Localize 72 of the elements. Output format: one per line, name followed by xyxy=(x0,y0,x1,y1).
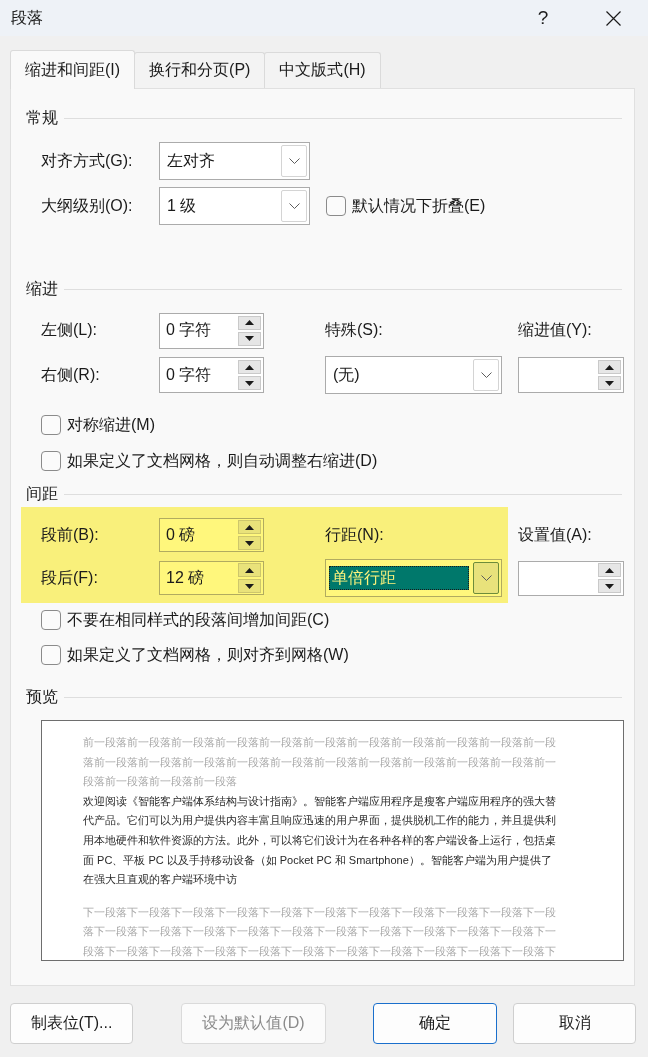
chevron-down-icon xyxy=(288,203,300,209)
dropdown-field[interactable]: (无) xyxy=(325,356,502,394)
cancel-button[interactable]: 取消 xyxy=(513,1003,636,1044)
spin-box[interactable]: 12 磅 xyxy=(159,561,264,595)
dropdown-field[interactable]: 左对齐 xyxy=(159,142,310,180)
up-triangle-icon xyxy=(245,364,254,370)
help-button[interactable]: ? xyxy=(523,0,563,36)
next-paragraph-text: 下一段落下一段落下一段落下一段落下一段落下一段落下一段落下一段落下一段落下一段落下一段落下一段落下一段落下一段落下一段落下一段落下一段落下一段落下一段落下一段落下一段落下一段落下一段落下一段落下一段落下一段落下一段落下一段落下一段落下一段落下一段落下一段落下 xyxy=(83,904,557,959)
ok-button[interactable]: 确定 xyxy=(373,1003,497,1044)
checkbox[interactable] xyxy=(41,451,61,471)
spin-up-button[interactable] xyxy=(238,563,261,577)
field-label: 行距(N): xyxy=(325,524,384,545)
spin-down-button[interactable] xyxy=(598,579,621,593)
section-heading: 间距 xyxy=(26,483,58,504)
spin-up-button[interactable] xyxy=(238,520,261,534)
spin-up-button[interactable] xyxy=(598,360,621,374)
checkbox-label: 如果定义了文档网格，则对齐到网格(W) xyxy=(67,644,349,665)
spin-box[interactable]: 0 磅 xyxy=(159,518,264,552)
checkbox[interactable] xyxy=(41,645,61,665)
chevron-down-icon xyxy=(480,372,492,378)
chevron-down-icon xyxy=(288,158,300,164)
field-label: 大纲级别(O): xyxy=(41,195,133,216)
checkbox-label: 不要在相同样式的段落间增加间距(C) xyxy=(67,609,330,630)
field-label: 对齐方式(G): xyxy=(41,150,133,171)
up-triangle-icon xyxy=(605,567,614,573)
spin-up-button[interactable] xyxy=(238,315,261,330)
down-triangle-icon xyxy=(605,583,614,589)
dropdown-field[interactable]: 单倍行距 xyxy=(325,559,502,597)
spin-down-button[interactable] xyxy=(238,536,261,550)
close-icon xyxy=(605,10,621,26)
down-triangle-icon xyxy=(245,380,254,386)
previous-paragraph-text: 前一段落前一段落前一段落前一段落前一段落前一段落前一段落前一段落前一段落前一段落前一段落前一段落前一段落前一段落前一段落前一段落前一段落前一段落前一段落前一段落前一段落前一段落前一段落前一段落前一段落 xyxy=(83,735,557,790)
down-triangle-icon xyxy=(245,583,254,589)
spin-down-button[interactable] xyxy=(238,579,261,593)
down-triangle-icon xyxy=(605,380,614,386)
up-triangle-icon xyxy=(605,364,614,370)
checkbox-label: 如果定义了文档网格，则自动调整右缩进(D) xyxy=(67,450,378,471)
up-triangle-icon xyxy=(245,567,254,573)
checkbox-label: 默认情况下折叠(E) xyxy=(352,195,486,216)
tab[interactable]: 中文版式(H) xyxy=(264,52,381,88)
field-label: 特殊(S): xyxy=(325,320,383,340)
field-label: 段前(B): xyxy=(41,524,99,545)
field-label: 右侧(R): xyxy=(41,364,100,385)
section-heading: 常规 xyxy=(26,107,58,128)
field-label: 设置值(A): xyxy=(518,524,592,545)
field-label: 段后(F): xyxy=(41,567,98,588)
section-heading: 预览 xyxy=(26,686,58,707)
dropdown-button[interactable] xyxy=(473,562,499,594)
dropdown-field[interactable]: 1 级 xyxy=(159,187,310,225)
checkbox-label: 对称缩进(M) xyxy=(67,414,155,435)
checkbox[interactable] xyxy=(326,196,346,216)
field-label: 左侧(L): xyxy=(41,320,97,340)
tab-stops-button[interactable]: 制表位(T)... xyxy=(10,1003,133,1044)
down-triangle-icon xyxy=(245,336,254,341)
spin-box[interactable]: 0 字符 xyxy=(159,357,264,393)
spin-down-button[interactable] xyxy=(598,376,621,390)
spin-box[interactable]: 0 字符 xyxy=(159,312,264,349)
field-label: 缩进值(Y): xyxy=(518,320,592,340)
preview-paragraph: 欢迎阅读《智能客户端体系结构与设计指南》。智能客户端应用程序是瘦客户端应用程序的强大替代产品。它们可以为用户提供内容丰富且响应迅速的用户界面，提供脱机工作的能力，并且提供利用本地硬件和软件资源的方法。此外，可以将它们设计为在各种各样的客户端设备上运行，包括桌面 PC、平板 PC 以及手持移动设备（如 Pocket PC 和 Smartphone）。智能客户端为用户提供了在强大且直观的客户端环境中访 xyxy=(83,793,557,888)
chevron-down-icon xyxy=(480,575,492,581)
checkbox[interactable] xyxy=(41,610,61,630)
up-triangle-icon xyxy=(245,524,254,530)
up-triangle-icon xyxy=(245,320,254,325)
spin-down-button[interactable] xyxy=(238,376,261,390)
spin-up-button[interactable] xyxy=(238,360,261,374)
tab[interactable]: 缩进和间距(I) xyxy=(10,50,136,89)
window-title: 段落 xyxy=(11,8,43,28)
spin-up-button[interactable] xyxy=(598,563,621,577)
spin-down-button[interactable] xyxy=(238,331,261,346)
checkbox[interactable] xyxy=(41,415,61,435)
section-heading: 缩进 xyxy=(26,278,58,299)
down-triangle-icon xyxy=(245,540,254,546)
